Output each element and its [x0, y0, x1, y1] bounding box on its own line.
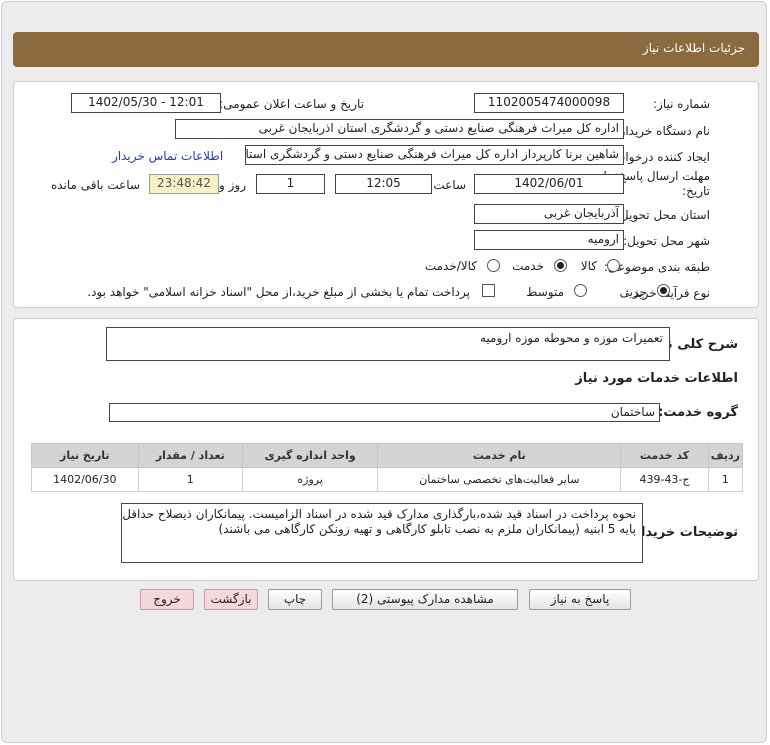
- service-group-label: گروه خدمت:: [658, 405, 738, 420]
- treasury-payment-checkbox[interactable]: [482, 284, 495, 297]
- page-container: جزئیات اطلاعات نیاز شماره نیاز: 11020054…: [1, 1, 767, 743]
- buyer-org-field: اداره کل میراث فرهنگی صنایع دستی و گردشگ…: [175, 119, 624, 139]
- buyer-org-label: نام دستگاه خریدار:: [615, 124, 711, 138]
- print-button[interactable]: چاپ: [268, 589, 322, 610]
- category-option-service: خدمت: [512, 259, 544, 273]
- category-option-goods-service: کالا/خدمت: [424, 259, 477, 273]
- category-radio-goods-service[interactable]: [487, 259, 500, 272]
- service-group-field: ساختمان: [109, 403, 660, 422]
- cell-row-number: 1: [707, 467, 744, 492]
- category-option-goods: کالا: [580, 259, 597, 273]
- back-button[interactable]: بازگشت: [204, 589, 258, 610]
- remaining-time-field: 23:48:42: [149, 174, 219, 194]
- col-service-name: نام خدمت: [377, 443, 622, 468]
- deadline-date-field: 1402/06/01: [474, 174, 624, 194]
- buyer-notes-label: توضیحات خریدار:: [628, 525, 738, 540]
- col-quantity: تعداد / مقدار: [137, 443, 244, 468]
- buyer-contact-link[interactable]: اطلاعات تماس خریدار: [112, 149, 223, 163]
- province-label: استان محل تحویل:: [615, 208, 710, 222]
- services-table-header: ردیف کد خدمت نام خدمت واحد اندازه گیری ت…: [31, 443, 744, 468]
- cell-service-code: ج-43-439: [620, 467, 709, 492]
- process-radio-minor[interactable]: [657, 284, 670, 297]
- remaining-time-label: ساعت باقی مانده: [50, 178, 140, 192]
- cell-quantity: 1: [137, 467, 244, 492]
- requester-field: شاهین برنا کارپرداز اداره کل میراث فرهنگ…: [245, 145, 624, 165]
- col-unit: واحد اندازه گیری: [242, 443, 379, 468]
- need-number-label: شماره نیاز:: [653, 97, 710, 111]
- services-section-title: اطلاعات خدمات مورد نیاز: [575, 371, 738, 386]
- deadline-time-field: 12:05: [335, 174, 432, 194]
- process-option-minor: جزیی: [619, 285, 647, 299]
- reply-button[interactable]: پاسخ به نیاز: [529, 589, 631, 610]
- remaining-days-label: روز و: [219, 178, 246, 192]
- col-row-number: ردیف: [707, 443, 744, 468]
- services-table: ردیف کد خدمت نام خدمت واحد اندازه گیری ت…: [31, 443, 744, 492]
- remaining-days-field: 1: [256, 174, 325, 194]
- buyer-notes-line-2: پایه 5 ابنیه (پیمانکاران ملزم به نصب تاب…: [218, 522, 636, 536]
- deadline-time-label: ساعت: [433, 178, 466, 192]
- buyer-notes-field: نحوه پرداخت در اسناد قید شده،بارگذاری مد…: [121, 503, 643, 563]
- process-radio-medium[interactable]: [574, 284, 587, 297]
- cell-need-date: 1402/06/30: [31, 467, 139, 492]
- page-title-bar: جزئیات اطلاعات نیاز: [13, 32, 759, 67]
- buyer-notes-line-1: نحوه پرداخت در اسناد قید شده،بارگذاری مد…: [122, 507, 636, 521]
- exit-button[interactable]: خروج: [140, 589, 194, 610]
- need-summary-field: تعمیرات موزه و محوطه موزه ارومیه: [106, 327, 670, 361]
- table-row: 1 ج-43-439 سایر فعالیت‌های تخصصی ساختمان…: [31, 467, 744, 492]
- category-radio-goods[interactable]: [607, 259, 620, 272]
- city-field: ارومیه: [474, 230, 624, 250]
- col-service-code: کد خدمت: [620, 443, 709, 468]
- process-option-medium: متوسط: [526, 285, 564, 299]
- col-need-date: تاریخ نیاز: [31, 443, 139, 468]
- category-radio-service[interactable]: [554, 259, 567, 272]
- city-label: شهر محل تحویل:: [623, 234, 710, 248]
- announce-datetime-label: تاریخ و ساعت اعلان عمومی:: [219, 97, 364, 111]
- cell-unit: پروژه: [242, 467, 379, 492]
- province-field: آذربایجان غربی: [474, 204, 624, 224]
- announce-datetime-field: 1402/05/30 - 12:01: [71, 93, 221, 113]
- page-title: جزئیات اطلاعات نیاز: [642, 41, 745, 55]
- view-attachments-button[interactable]: مشاهده مدارک پیوستی (2): [332, 589, 518, 610]
- need-number-field: 1102005474000098: [474, 93, 624, 113]
- deadline-label-date: تاریخ:: [682, 184, 710, 198]
- cell-service-name: سایر فعالیت‌های تخصصی ساختمان: [377, 467, 622, 492]
- treasury-payment-note: پرداخت تمام یا بخشی از مبلغ خرید،از محل …: [87, 285, 470, 299]
